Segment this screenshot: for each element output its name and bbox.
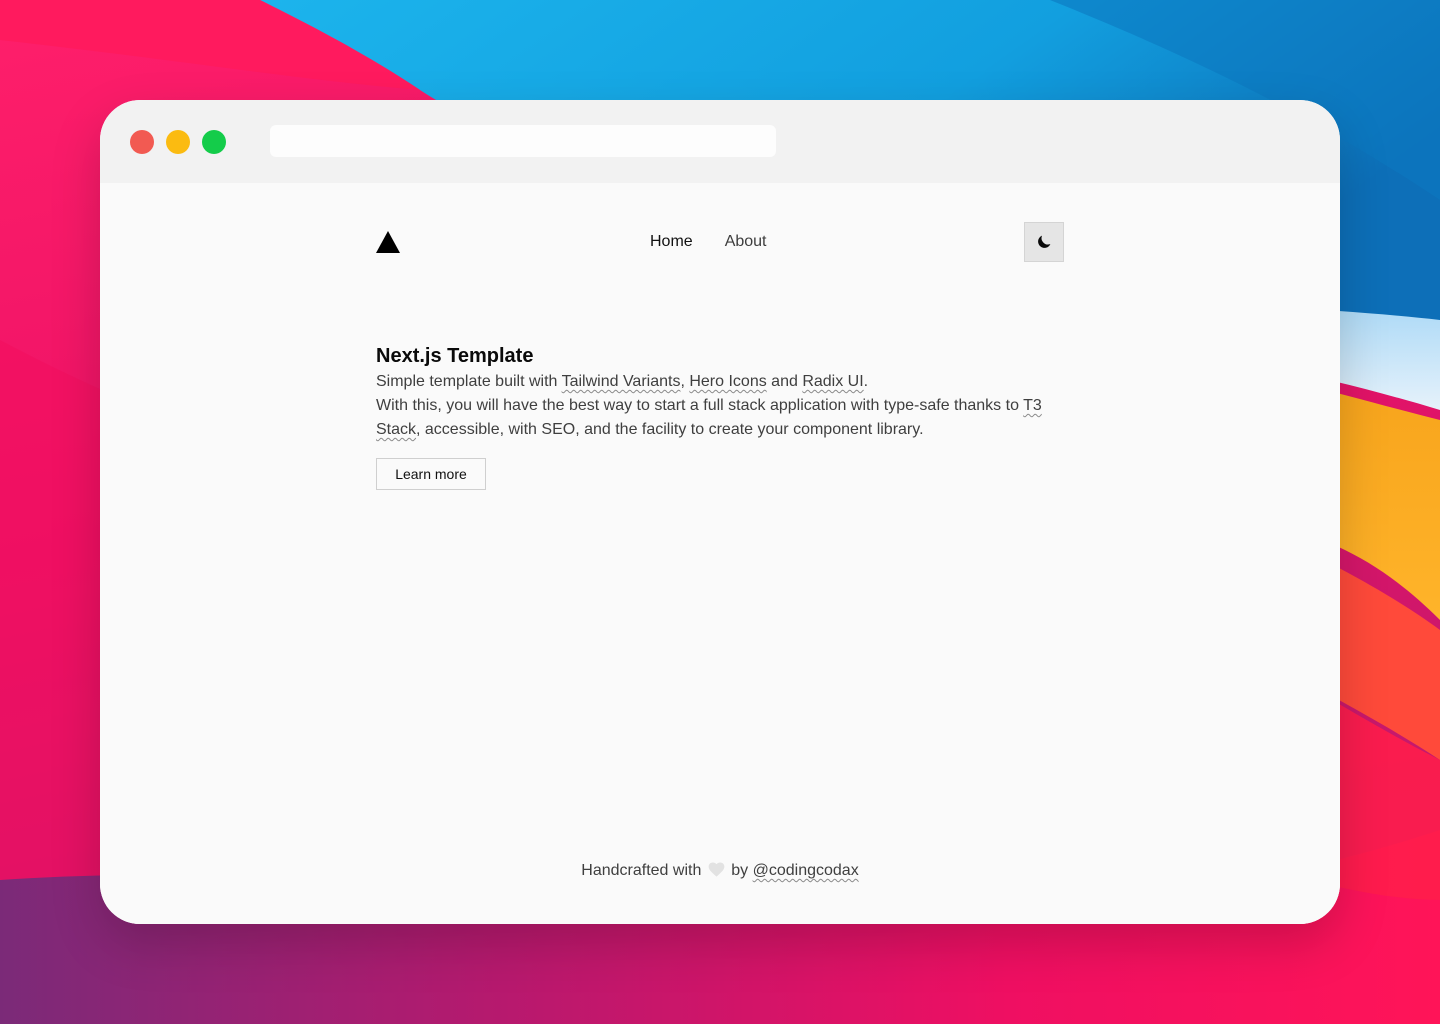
hero-line1-and: and — [766, 373, 803, 390]
zoom-window-button[interactable] — [202, 130, 226, 154]
hero-icons-link[interactable]: Hero Icons — [689, 373, 766, 390]
nav-links: Home About — [650, 231, 767, 253]
nav-link-home[interactable]: Home — [650, 231, 693, 253]
tailwind-variants-link[interactable]: Tailwind Variants — [562, 373, 681, 390]
hero-line2-suffix: , accessible, with SEO, and the facility… — [416, 421, 924, 438]
hero-line1-sep: , — [680, 373, 690, 390]
triangle-logo-icon[interactable] — [376, 231, 400, 253]
top-nav: Home About — [376, 222, 1064, 262]
nav-link-about[interactable]: About — [725, 231, 767, 253]
desktop: Home About Next.js Template Simple templ… — [0, 0, 1440, 1024]
learn-more-button[interactable]: Learn more — [376, 458, 486, 490]
heart-icon — [708, 862, 725, 877]
address-bar[interactable] — [270, 125, 776, 157]
page-content: Home About Next.js Template Simple templ… — [100, 183, 1340, 924]
theme-toggle-button[interactable] — [1024, 222, 1064, 262]
page-title: Next.js Template — [376, 345, 534, 367]
hero-description: Simple template built with Tailwind Vari… — [376, 370, 1076, 442]
codingcodax-link[interactable]: @codingcodax — [753, 862, 859, 879]
page-footer: Handcrafted with by @codingcodax — [100, 859, 1340, 883]
footer-by: by — [731, 862, 749, 879]
hero-line1-prefix: Simple template built with — [376, 373, 562, 390]
minimize-window-button[interactable] — [166, 130, 190, 154]
moon-icon — [1038, 235, 1051, 248]
window-titlebar — [100, 100, 1340, 183]
hero-line2-prefix: With this, you will have the best way to… — [376, 397, 1024, 414]
close-window-button[interactable] — [130, 130, 154, 154]
footer-prefix: Handcrafted with — [581, 862, 702, 879]
hero-line1-suffix: . — [863, 373, 869, 390]
radix-ui-link[interactable]: Radix UI — [802, 373, 863, 390]
browser-window: Home About Next.js Template Simple templ… — [100, 100, 1340, 924]
hero-section: Next.js Template Simple template built w… — [376, 342, 1076, 490]
